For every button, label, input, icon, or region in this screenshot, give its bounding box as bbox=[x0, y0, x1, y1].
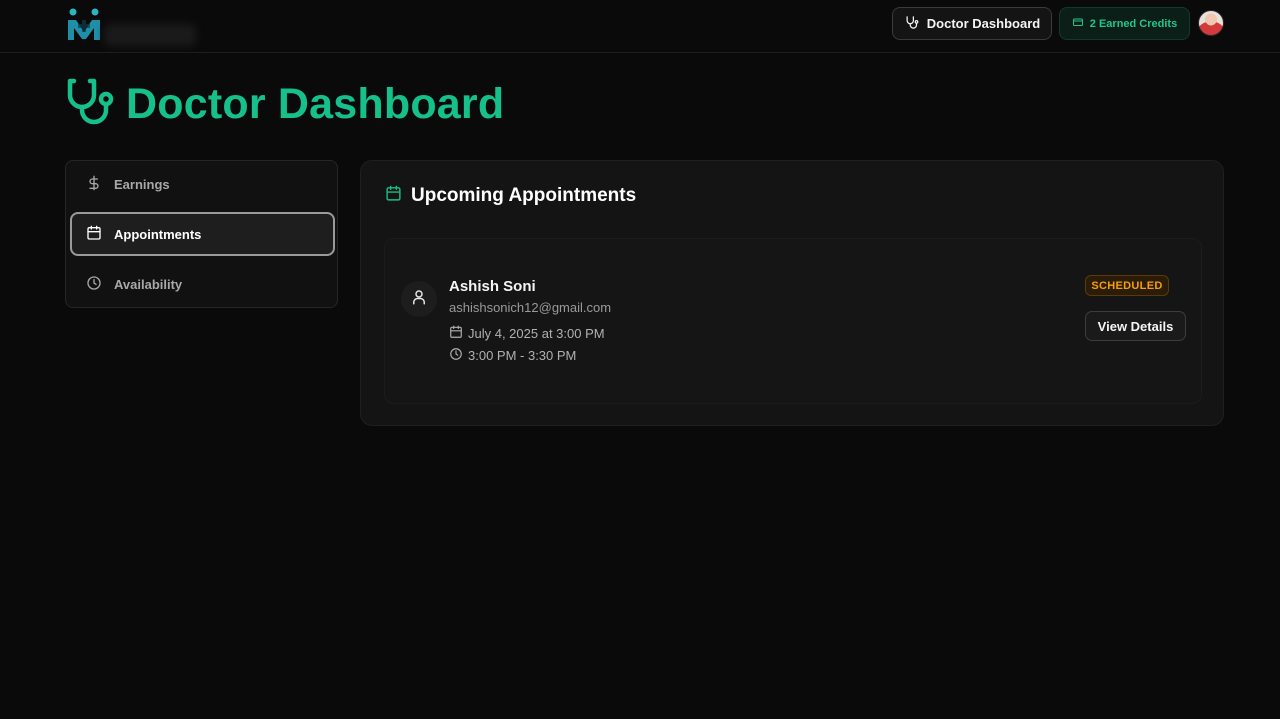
calendar-icon bbox=[86, 225, 102, 244]
dashboard-sidebar: Earnings Appointments Availability bbox=[65, 160, 338, 308]
page-title: Doctor Dashboard bbox=[66, 78, 504, 130]
view-details-button[interactable]: View Details bbox=[1085, 311, 1186, 341]
credits-label: 2 Earned Credits bbox=[1089, 17, 1178, 30]
patient-email: ashishsonich12@gmail.com bbox=[449, 300, 612, 315]
sidebar-item-label: Appointments bbox=[114, 226, 202, 242]
section-title: Upcoming Appointments bbox=[411, 185, 637, 206]
stethoscope-icon bbox=[904, 15, 919, 33]
dollar-icon bbox=[86, 175, 102, 194]
user-avatar[interactable] bbox=[1198, 10, 1224, 36]
user-icon bbox=[410, 288, 428, 311]
clock-icon bbox=[449, 347, 463, 364]
patient-avatar bbox=[401, 281, 437, 317]
calendar-icon bbox=[449, 325, 463, 342]
status-badge: SCHEDULED bbox=[1085, 275, 1169, 296]
sidebar-item-label: Earnings bbox=[114, 176, 170, 192]
app-logo[interactable] bbox=[66, 6, 102, 42]
sidebar-item-label: Availability bbox=[114, 276, 183, 292]
nav-button-label: Doctor Dashboard bbox=[926, 16, 1041, 31]
appointment-card: Ashish Soni ashishsonich12@gmail.com Jul… bbox=[384, 238, 1202, 404]
doctor-dashboard-nav-button[interactable]: Doctor Dashboard bbox=[892, 7, 1052, 40]
appointment-time-row: 3:00 PM - 3:30 PM bbox=[449, 347, 576, 364]
appointment-time: 3:00 PM - 3:30 PM bbox=[468, 348, 577, 363]
stethoscope-icon bbox=[66, 77, 118, 132]
sidebar-item-appointments[interactable]: Appointments bbox=[70, 212, 335, 256]
appointments-panel: Upcoming Appointments Ashish Soni ashish… bbox=[360, 160, 1224, 426]
top-navbar: Doctor Dashboard 2 Earned Credits bbox=[0, 0, 1280, 53]
clock-icon bbox=[86, 275, 102, 294]
credit-card-icon bbox=[1072, 16, 1084, 31]
sidebar-item-earnings[interactable]: Earnings bbox=[70, 162, 335, 206]
appointment-date: July 4, 2025 at 3:00 PM bbox=[468, 326, 605, 341]
patient-name: Ashish Soni bbox=[449, 278, 536, 295]
earned-credits-badge[interactable]: 2 Earned Credits bbox=[1059, 7, 1190, 40]
sidebar-item-availability[interactable]: Availability bbox=[70, 262, 335, 306]
section-header: Upcoming Appointments bbox=[385, 185, 636, 207]
calendar-icon bbox=[385, 185, 402, 207]
appointment-date-row: July 4, 2025 at 3:00 PM bbox=[449, 325, 605, 342]
page-title-text: Doctor Dashboard bbox=[126, 79, 505, 128]
blurred-logo-text bbox=[104, 24, 196, 46]
